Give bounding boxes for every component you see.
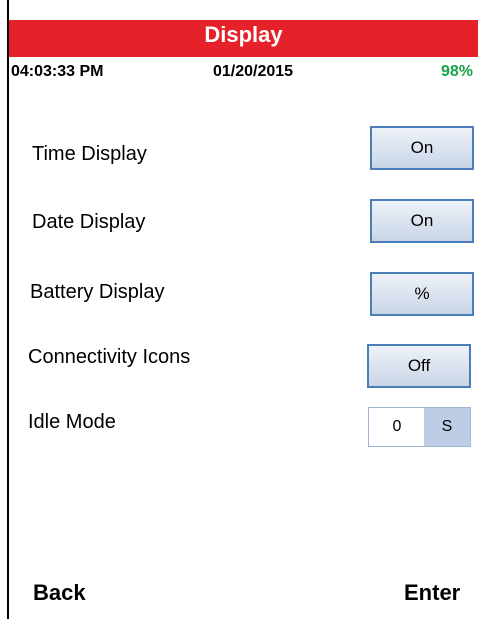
connectivity-icons-button[interactable]: Off xyxy=(367,344,471,388)
date-display-button[interactable]: On xyxy=(370,199,474,243)
idle-mode-value[interactable]: 0 xyxy=(369,408,425,446)
time-display-label: Time Display xyxy=(32,143,147,165)
connectivity-icons-label: Connectivity Icons xyxy=(28,346,191,368)
date-display-label: Date Display xyxy=(32,211,146,233)
idle-mode-label: Idle Mode xyxy=(28,411,116,433)
enter-softkey[interactable]: Enter xyxy=(404,580,460,606)
time-display-button[interactable]: On xyxy=(370,126,474,170)
battery-display-label: Battery Display xyxy=(30,281,165,303)
page-title: Display xyxy=(9,20,478,57)
status-time: 04:03:33 PM xyxy=(11,63,104,80)
battery-display-button[interactable]: % xyxy=(370,272,474,316)
screen-frame-edge xyxy=(7,0,9,619)
back-softkey[interactable]: Back xyxy=(33,580,86,606)
idle-mode-unit[interactable]: S xyxy=(424,408,470,446)
idle-mode-field[interactable]: 0 S xyxy=(368,407,471,447)
status-battery: 98% xyxy=(441,63,474,80)
status-date: 01/20/2015 xyxy=(213,63,294,80)
